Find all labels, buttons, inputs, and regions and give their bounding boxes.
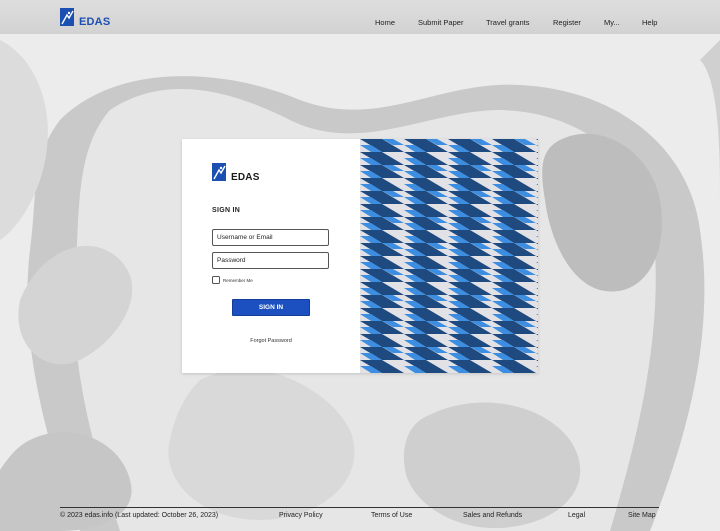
remember-me-checkbox[interactable] (212, 276, 220, 284)
footer-privacy-policy-link[interactable]: Privacy Policy (279, 512, 323, 519)
login-card: EDAS SIGN IN Remember Me SIGN IN Forgot … (182, 139, 538, 373)
edas-logo-icon (212, 163, 226, 181)
username-input[interactable] (212, 229, 329, 246)
decorative-pattern-image (360, 139, 538, 373)
footer-site-map-link[interactable]: Site Map (628, 512, 656, 519)
footer-terms-link[interactable]: Terms of Use (371, 512, 412, 519)
password-input[interactable] (212, 252, 329, 269)
edas-logo-icon (60, 8, 74, 26)
signin-heading: SIGN IN (212, 207, 241, 214)
footer-divider (60, 507, 659, 508)
top-navbar: EDAS Home Submit Paper Travel grants Reg… (0, 0, 720, 34)
nav-help[interactable]: Help (642, 18, 657, 27)
footer-sales-refunds-link[interactable]: Sales and Refunds (463, 512, 522, 519)
nav-register[interactable]: Register (553, 18, 581, 27)
remember-me-label: Remember Me (223, 277, 253, 283)
card-logo: EDAS (212, 163, 260, 183)
nav-travel-grants[interactable]: Travel grants (486, 18, 530, 27)
signin-button[interactable]: SIGN IN (232, 299, 310, 316)
nav-home[interactable]: Home (375, 18, 395, 27)
remember-me-row: Remember Me (212, 276, 253, 284)
card-logo-text: EDAS (231, 172, 260, 183)
footer-copyright: © 2023 edas.info (Last updated: October … (60, 512, 219, 519)
nav-my-menu[interactable]: My... (604, 18, 620, 27)
nav-submit-paper[interactable]: Submit Paper (418, 18, 463, 27)
login-form-panel: EDAS SIGN IN Remember Me SIGN IN Forgot … (182, 139, 360, 373)
brand-name: EDAS (79, 16, 111, 28)
brand-logo[interactable]: EDAS (60, 6, 110, 28)
footer-legal-link[interactable]: Legal (568, 512, 585, 519)
forgot-password-link[interactable]: Forgot Password (182, 338, 360, 344)
